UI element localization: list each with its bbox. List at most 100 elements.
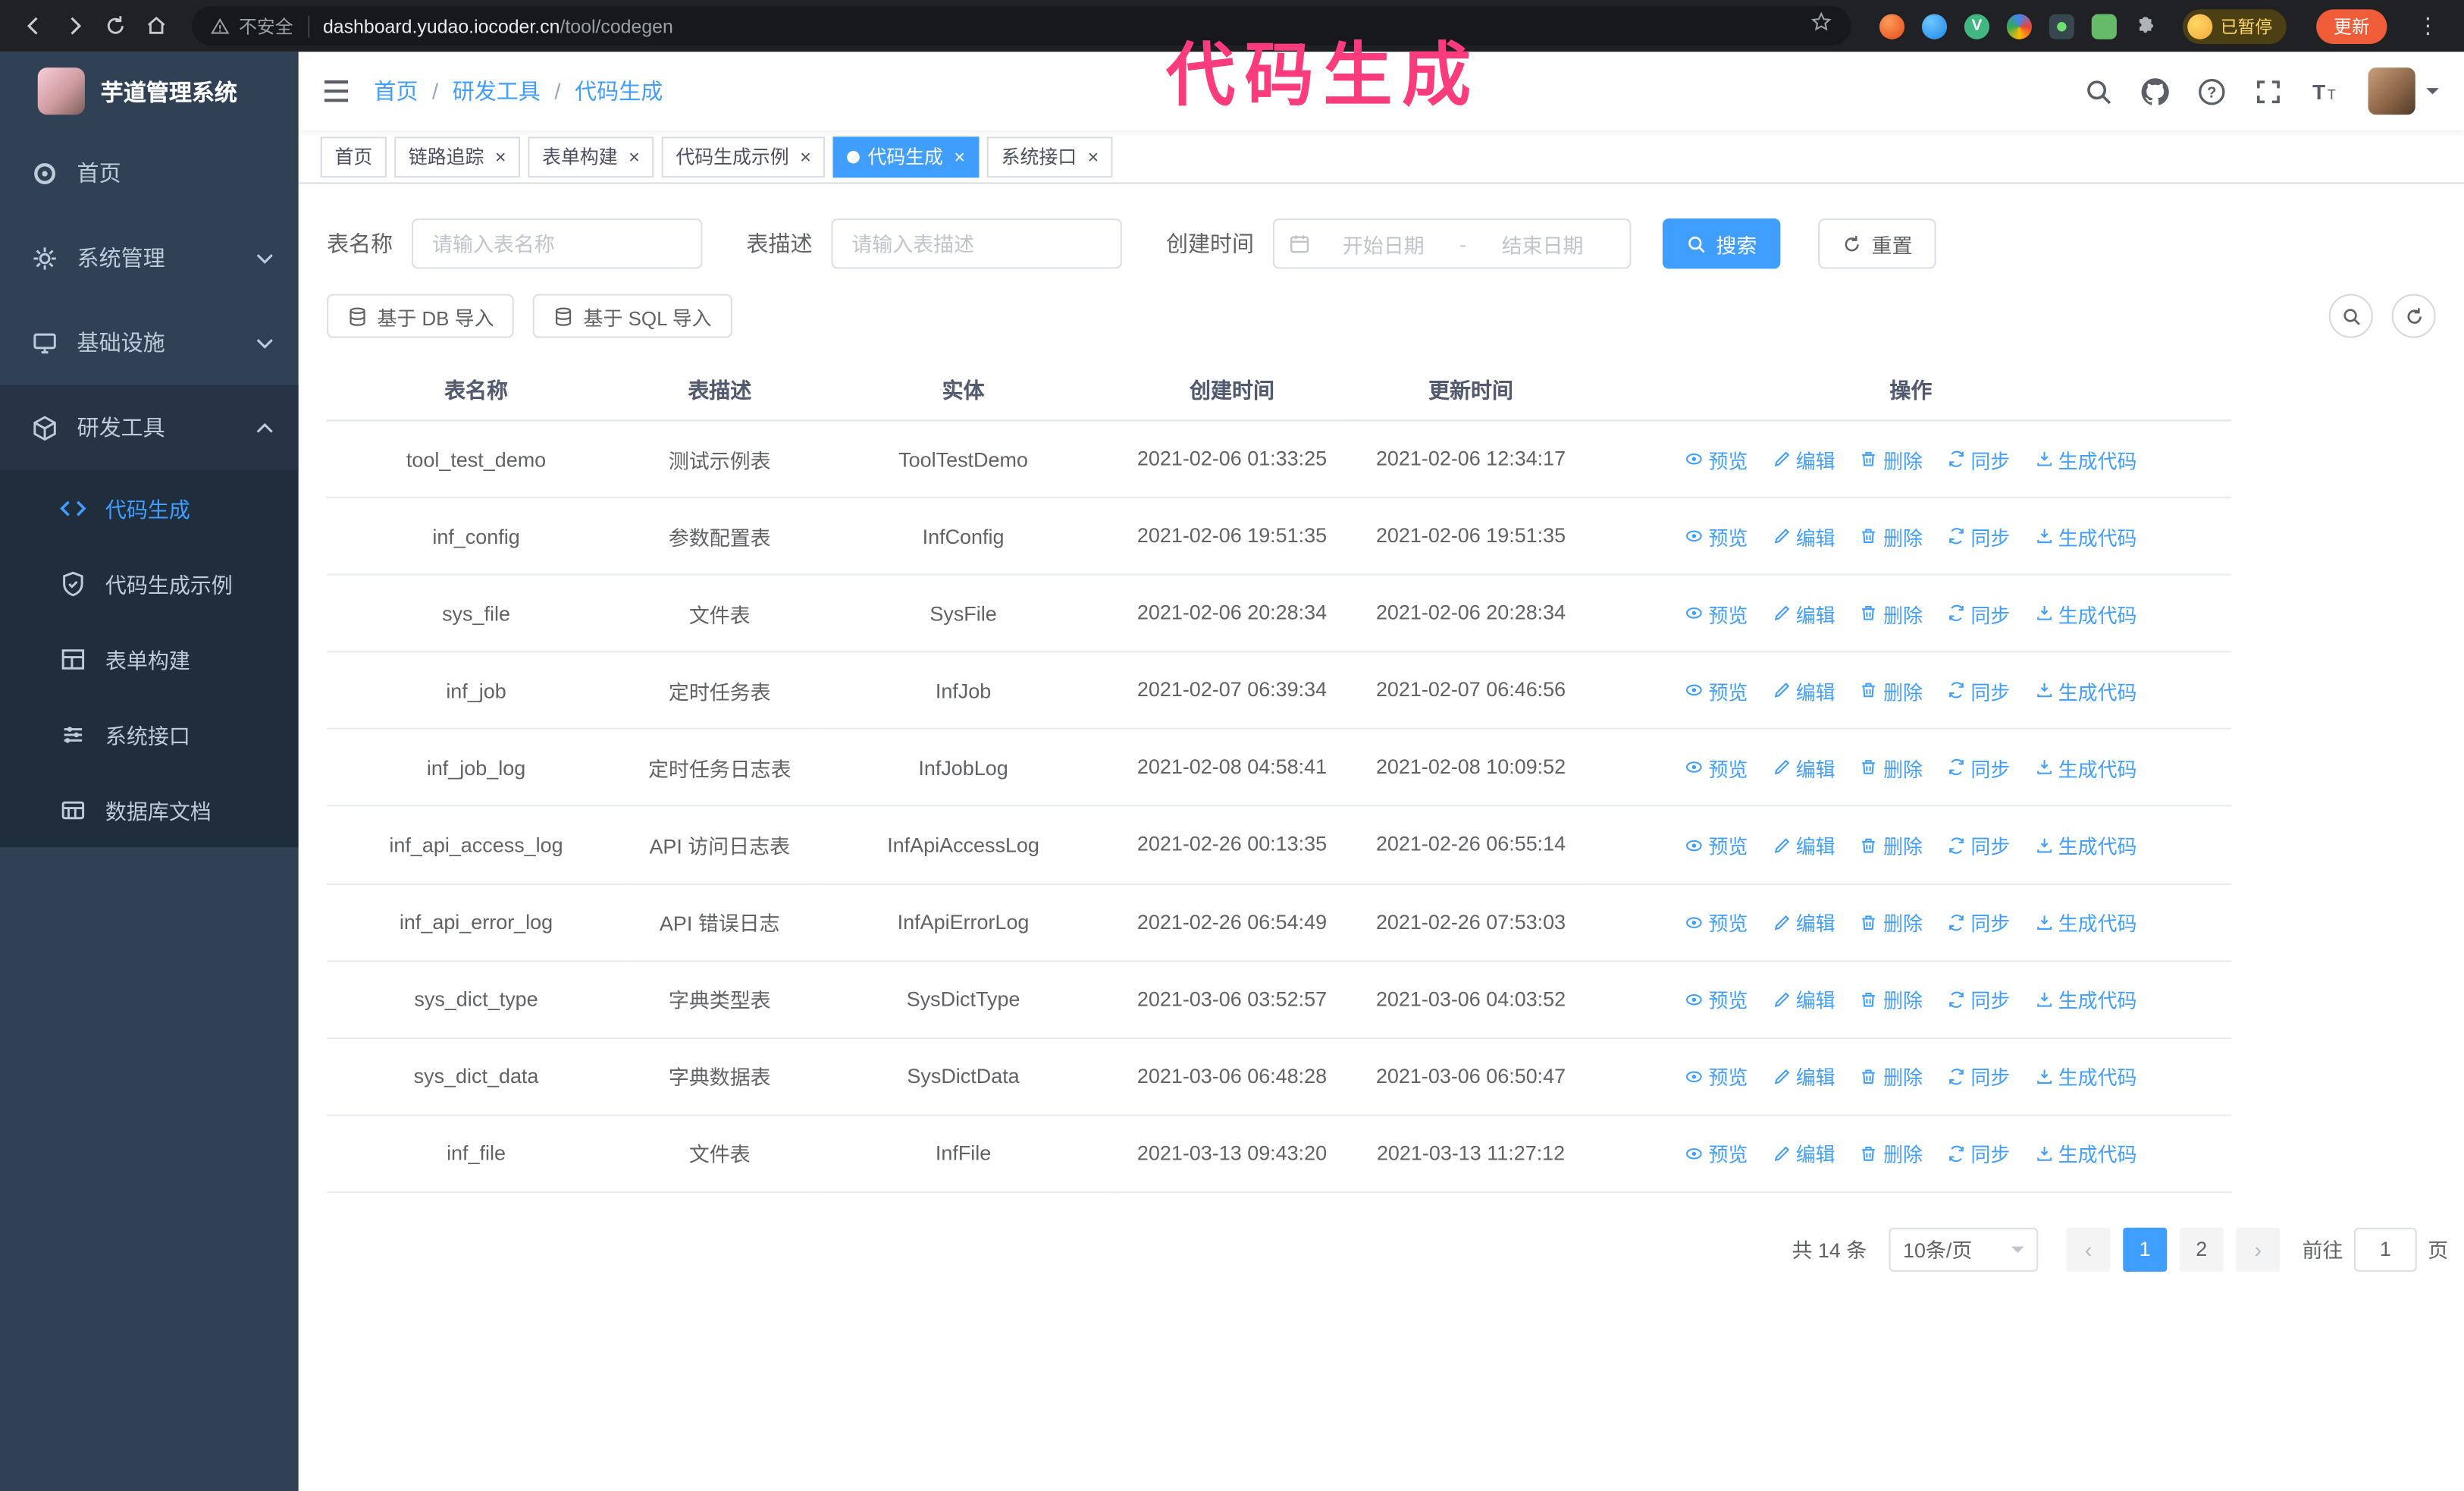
generate-code-link[interactable]: 生成代码 <box>2035 830 2136 859</box>
close-icon[interactable]: × <box>954 147 965 166</box>
next-page-button[interactable]: › <box>2236 1227 2281 1272</box>
edit-link[interactable]: 编辑 <box>1773 907 1835 937</box>
edit-link[interactable]: 编辑 <box>1773 444 1835 474</box>
table-name-input[interactable] <box>412 218 703 269</box>
security-label[interactable]: 不安全 <box>239 14 293 39</box>
breadcrumb-home[interactable]: 首页 <box>374 75 418 106</box>
user-avatar[interactable] <box>2368 67 2415 115</box>
preview-link[interactable]: 预览 <box>1685 984 1748 1014</box>
sidebar-item-system-api[interactable]: 系统接口 <box>0 696 299 771</box>
extension-icon-blue[interactable] <box>1921 13 1948 39</box>
generate-code-link[interactable]: 生成代码 <box>2035 984 2136 1014</box>
sync-link[interactable]: 同步 <box>1947 521 2010 551</box>
home-button[interactable] <box>135 5 176 46</box>
sidebar-item-code-generation[interactable]: 代码生成 <box>0 470 299 545</box>
refresh-button[interactable] <box>94 5 135 46</box>
delete-link[interactable]: 删除 <box>1860 598 1923 628</box>
close-icon[interactable]: × <box>495 147 506 166</box>
reset-button[interactable]: 重置 <box>1818 218 1936 269</box>
end-date-placeholder[interactable]: 结束日期 <box>1469 229 1615 259</box>
address-bar[interactable]: 不安全 dashboard.yudao.iocoder.cn /tool/cod… <box>191 6 1851 46</box>
tab-code-generation[interactable]: 代码生成 × <box>832 136 980 177</box>
bookmark-star-icon[interactable] <box>1810 11 1832 41</box>
chrome-update-button[interactable]: 更新 <box>2316 8 2387 43</box>
tab-trace[interactable]: 链路追踪 × <box>394 136 521 177</box>
tab-codegen-example[interactable]: 代码生成示例 × <box>661 136 826 177</box>
sidebar-item-database-docs[interactable]: 数据库文档 <box>0 772 299 847</box>
sidebar-item-dev-tools[interactable]: 研发工具 <box>0 385 299 470</box>
import-db-button[interactable]: 基于 DB 导入 <box>327 293 515 338</box>
preview-link[interactable]: 预览 <box>1685 521 1748 551</box>
sync-link[interactable]: 同步 <box>1947 1062 2010 1091</box>
edit-link[interactable]: 编辑 <box>1773 1138 1835 1168</box>
breadcrumb-dev-tools[interactable]: 研发工具 <box>453 75 541 106</box>
goto-page-input[interactable] <box>2353 1227 2417 1272</box>
tab-system-api[interactable]: 系统接口 × <box>986 136 1113 177</box>
close-icon[interactable]: × <box>1088 147 1099 166</box>
delete-link[interactable]: 删除 <box>1860 907 1923 937</box>
edit-link[interactable]: 编辑 <box>1773 984 1835 1014</box>
extension-icon-dark[interactable] <box>2049 13 2074 39</box>
edit-link[interactable]: 编辑 <box>1773 521 1835 551</box>
generate-code-link[interactable]: 生成代码 <box>2035 676 2136 705</box>
page-button-1[interactable]: 1 <box>2123 1227 2168 1272</box>
import-sql-button[interactable]: 基于 SQL 导入 <box>533 293 732 338</box>
extension-icon-orange[interactable] <box>1879 13 1905 39</box>
back-button[interactable] <box>13 5 54 46</box>
start-date-placeholder[interactable]: 开始日期 <box>1311 229 1456 259</box>
sidebar-item-form-builder[interactable]: 表单构建 <box>0 621 299 696</box>
fullscreen-icon[interactable] <box>2253 77 2283 106</box>
delete-link[interactable]: 删除 <box>1860 521 1923 551</box>
profile-chip[interactable]: 已暂停 <box>2182 8 2287 43</box>
preview-link[interactable]: 预览 <box>1685 907 1748 937</box>
preview-link[interactable]: 预览 <box>1685 598 1748 628</box>
preview-link[interactable]: 预览 <box>1685 830 1748 859</box>
preview-link[interactable]: 预览 <box>1685 676 1748 705</box>
edit-link[interactable]: 编辑 <box>1773 1062 1835 1091</box>
page-button-2[interactable]: 2 <box>2179 1227 2224 1272</box>
sync-link[interactable]: 同步 <box>1947 984 2010 1014</box>
refresh-table-button[interactable] <box>2391 293 2436 338</box>
edit-link[interactable]: 编辑 <box>1773 598 1835 628</box>
sync-link[interactable]: 同步 <box>1947 598 2010 628</box>
toggle-search-button[interactable] <box>2328 293 2373 338</box>
sync-link[interactable]: 同步 <box>1947 830 2010 859</box>
edit-link[interactable]: 编辑 <box>1773 753 1835 783</box>
generate-code-link[interactable]: 生成代码 <box>2035 907 2136 937</box>
font-size-icon[interactable]: TT <box>2310 77 2340 106</box>
avatar-caret-icon[interactable] <box>2426 88 2439 101</box>
sync-link[interactable]: 同步 <box>1947 907 2010 937</box>
delete-link[interactable]: 删除 <box>1860 830 1923 859</box>
delete-link[interactable]: 删除 <box>1860 753 1923 783</box>
vue-devtools-icon[interactable]: V <box>1964 13 1990 39</box>
sync-link[interactable]: 同步 <box>1947 444 2010 474</box>
extension-icon-colorful[interactable] <box>2006 13 2033 39</box>
delete-link[interactable]: 删除 <box>1860 1138 1923 1168</box>
extension-icon-green[interactable] <box>2091 13 2117 39</box>
edit-link[interactable]: 编辑 <box>1773 676 1835 705</box>
date-range-picker[interactable]: 开始日期 - 结束日期 <box>1272 218 1632 269</box>
generate-code-link[interactable]: 生成代码 <box>2035 1138 2136 1168</box>
sync-link[interactable]: 同步 <box>1947 676 2010 705</box>
hamburger-icon[interactable] <box>321 75 352 106</box>
forward-button[interactable] <box>53 5 94 46</box>
sync-link[interactable]: 同步 <box>1947 753 2010 783</box>
search-button[interactable]: 搜索 <box>1662 218 1781 269</box>
extensions-puzzle-icon[interactable] <box>2134 14 2159 39</box>
table-desc-input[interactable] <box>831 218 1122 269</box>
sidebar-item-home[interactable]: 首页 <box>0 130 299 215</box>
sidebar-item-system-management[interactable]: 系统管理 <box>0 215 299 300</box>
edit-link[interactable]: 编辑 <box>1773 830 1835 859</box>
generate-code-link[interactable]: 生成代码 <box>2035 753 2136 783</box>
browser-menu-icon[interactable]: ⋮ <box>2417 13 2439 39</box>
help-icon[interactable]: ? <box>2197 77 2227 106</box>
delete-link[interactable]: 删除 <box>1860 676 1923 705</box>
generate-code-link[interactable]: 生成代码 <box>2035 1062 2136 1091</box>
tab-home[interactable]: 首页 <box>320 136 387 177</box>
preview-link[interactable]: 预览 <box>1685 753 1748 783</box>
delete-link[interactable]: 删除 <box>1860 984 1923 1014</box>
close-icon[interactable]: × <box>629 147 640 166</box>
prev-page-button[interactable]: ‹ <box>2066 1227 2111 1272</box>
delete-link[interactable]: 删除 <box>1860 1062 1923 1091</box>
sync-link[interactable]: 同步 <box>1947 1138 2010 1168</box>
